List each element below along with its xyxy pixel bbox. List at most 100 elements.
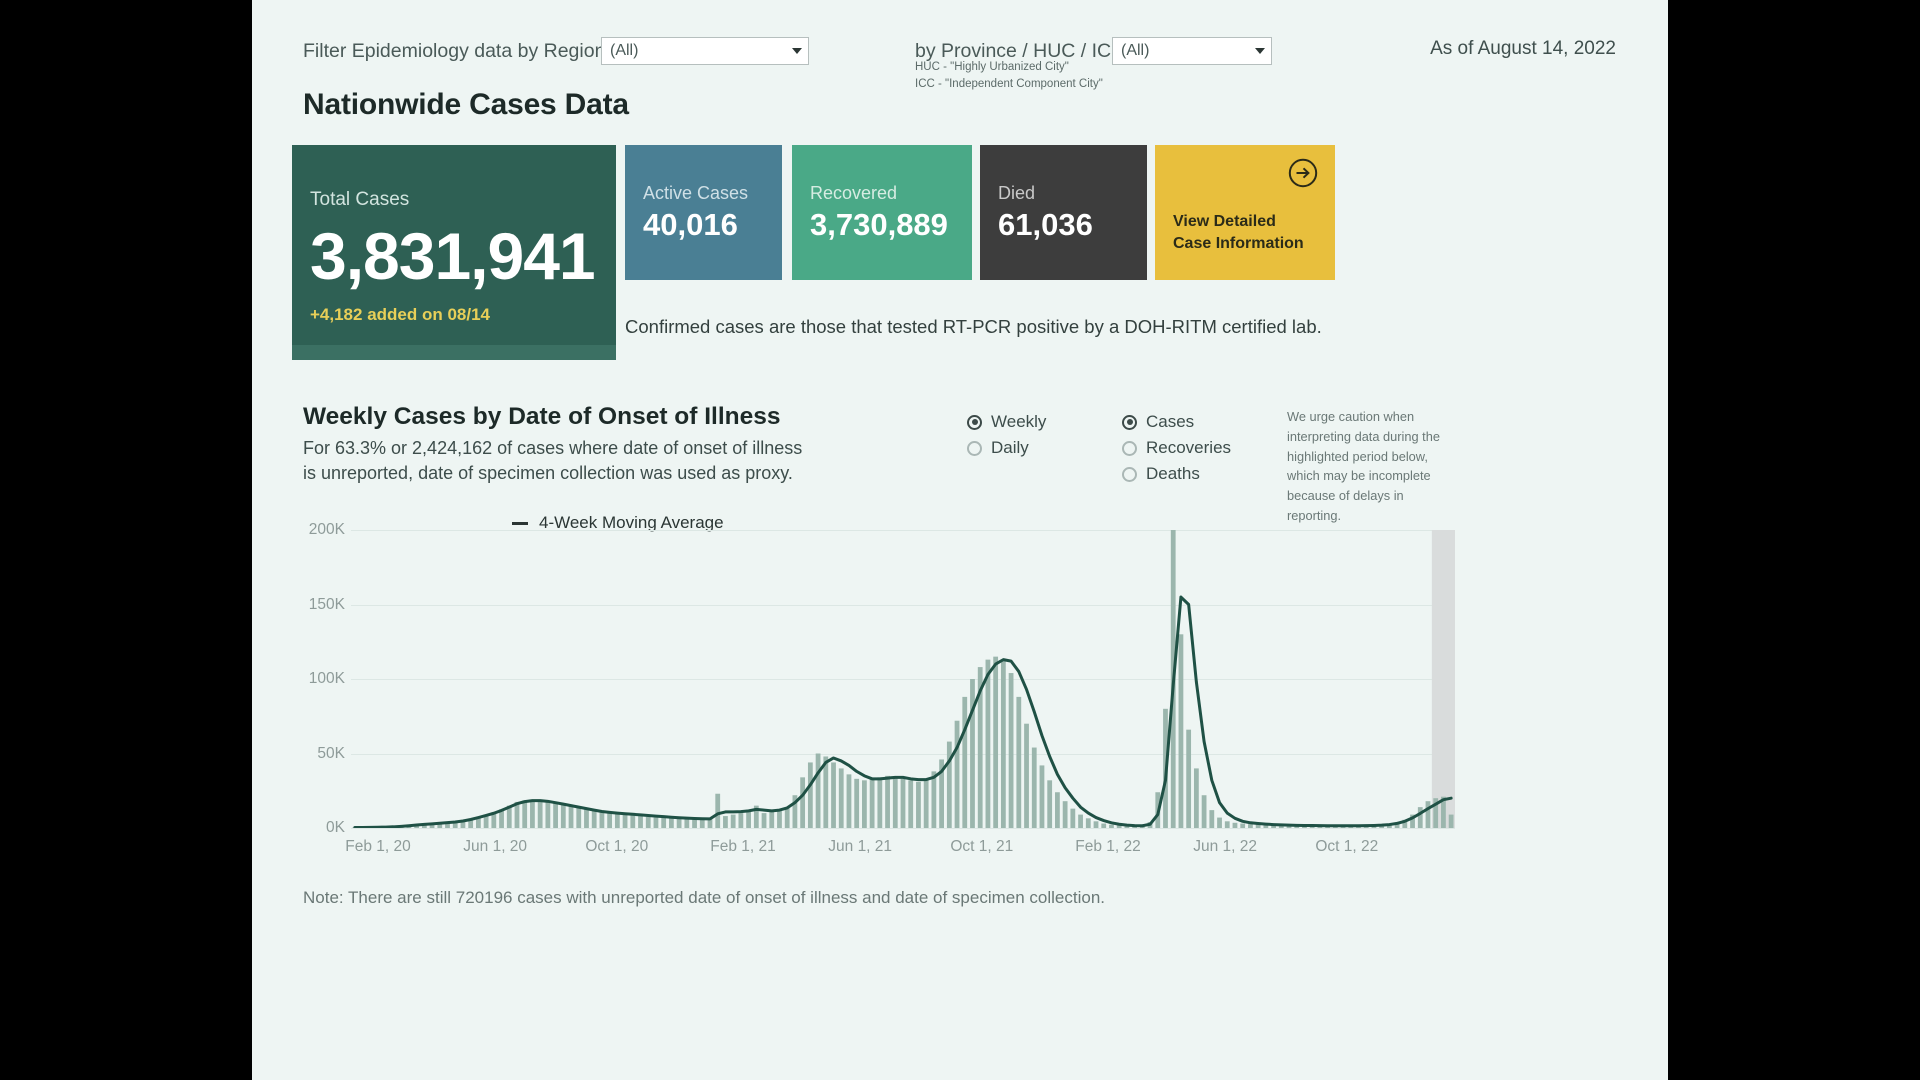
chart-bar[interactable] [1224,821,1230,828]
chart-bar[interactable] [885,775,890,828]
chart-bar[interactable] [1417,807,1423,828]
chart-bar[interactable] [993,656,999,828]
chart-bar[interactable] [1209,810,1215,828]
total-cases-card[interactable]: Total Cases 3,831,941 +4,182 added on 08… [292,145,616,345]
chart-bar[interactable] [591,810,597,828]
chart-bar[interactable] [892,777,898,828]
chart-bar[interactable] [923,778,929,828]
chart-bar[interactable] [862,780,867,828]
chart-plot-area[interactable] [351,515,1455,836]
chart-bar[interactable] [614,813,620,828]
chart-bar[interactable] [568,806,574,828]
chart-bar[interactable] [1093,821,1099,828]
chart-bar[interactable] [985,659,991,828]
chart-bar[interactable] [916,781,921,828]
chart-bar[interactable] [1047,780,1053,828]
chart-bar[interactable] [1031,747,1037,828]
chart-bar[interactable] [900,778,906,828]
chart-bar[interactable] [1070,808,1076,828]
chart-bar[interactable] [676,818,682,828]
chart-bar[interactable] [1201,795,1207,828]
metric-recoveries-radio[interactable]: Recoveries [1122,435,1231,461]
metric-radio-group[interactable]: Cases Recoveries Deaths [1122,409,1231,487]
chart-bar[interactable] [769,811,775,828]
chart-bar[interactable] [869,778,875,828]
chart-bar[interactable] [553,803,558,828]
page-title: Nationwide Cases Data [303,88,629,121]
chart-bar[interactable] [1425,801,1431,828]
chart-bar[interactable] [599,812,605,828]
chart-bar[interactable] [1008,673,1014,828]
chart-bar[interactable] [1000,659,1006,828]
chart-bar[interactable] [576,807,582,828]
chart-bar[interactable] [1217,817,1222,828]
chart-bar[interactable] [699,819,705,828]
period-weekly-radio[interactable]: Weekly [967,409,1046,435]
chart-bar[interactable] [1101,823,1107,828]
metric-cases-radio[interactable]: Cases [1122,409,1231,435]
chart-bar[interactable] [715,793,721,828]
chart-bar[interactable] [630,815,636,828]
chart-bar[interactable] [1039,765,1045,828]
chart-bar[interactable] [846,774,852,828]
chart-bar[interactable] [537,800,543,828]
chart-bar[interactable] [838,768,844,828]
chart-bar[interactable] [653,817,659,828]
region-filter-dropdown[interactable]: (All) [601,37,809,65]
chart-bar[interactable] [545,801,551,828]
chart-bar[interactable] [908,780,914,828]
chart-bar[interactable] [684,818,690,828]
chart-bar[interactable] [1186,729,1192,828]
chart-bar[interactable] [962,696,968,828]
chart-bar[interactable] [1248,824,1253,828]
metric-deaths-radio[interactable]: Deaths [1122,461,1231,487]
chart-bar[interactable] [723,816,728,828]
chart-bar[interactable] [815,753,821,829]
chart-bar[interactable] [1085,818,1091,828]
chart-bar[interactable] [1193,768,1199,828]
chart-bar[interactable] [1062,801,1068,828]
chart-bar[interactable] [1240,823,1246,828]
chart-bar[interactable] [1055,792,1060,828]
chart-bar[interactable] [970,679,975,828]
chart-bar[interactable] [954,720,960,828]
chart-bar[interactable] [777,810,782,828]
chart-bar[interactable] [1178,634,1184,828]
chart-bar[interactable] [1232,822,1238,828]
chart-bar[interactable] [854,778,860,828]
view-detailed-case-information-button[interactable]: View Detailed Case Information [1155,145,1335,280]
chart-bar[interactable] [738,813,744,828]
active-cases-card[interactable]: Active Cases 40,016 [625,145,782,280]
chart-bar[interactable] [607,813,613,828]
chart-bar[interactable] [1078,814,1083,828]
chart-bar[interactable] [530,799,535,828]
chart-bar[interactable] [638,816,643,828]
chart-bar[interactable] [668,818,674,828]
period-radio-group[interactable]: Weekly Daily [967,409,1046,461]
chart-bar[interactable] [560,804,566,828]
chart-bar[interactable] [522,800,528,828]
chart-bar[interactable] [1448,814,1454,828]
chart-bar[interactable] [1024,723,1029,828]
recovered-card[interactable]: Recovered 3,730,889 [792,145,972,280]
chart-bar[interactable] [946,741,952,828]
chart-bar[interactable] [1016,696,1022,828]
died-card[interactable]: Died 61,036 [980,145,1147,280]
chart-bar[interactable] [584,809,589,828]
chart-bar[interactable] [746,811,751,828]
chart-bar[interactable] [800,777,806,828]
province-filter-dropdown[interactable]: (All) [1112,37,1272,65]
chart-bar[interactable] [1109,824,1114,828]
period-daily-radio[interactable]: Daily [967,435,1046,461]
chart-bar[interactable] [661,817,667,828]
chart-bar[interactable] [622,814,628,828]
chart-bar[interactable] [761,813,767,828]
chart-bar[interactable] [730,814,736,828]
chart-bar[interactable] [692,819,697,828]
chart-bar[interactable] [931,771,937,828]
chart-bar[interactable] [807,762,813,828]
chart-bar[interactable] [645,816,651,828]
chart-bar[interactable] [877,777,883,828]
chart-bar[interactable] [831,762,836,828]
chart-bar[interactable] [784,807,790,828]
